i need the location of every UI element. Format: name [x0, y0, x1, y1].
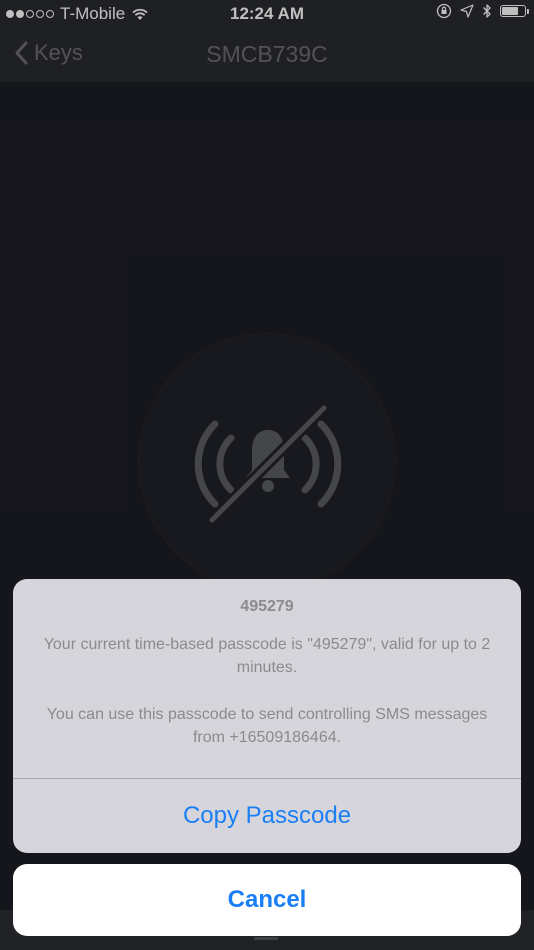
cancel-button[interactable]: Cancel	[13, 864, 521, 936]
action-sheet: 495279 Your current time-based passcode …	[13, 579, 521, 853]
sheet-title: 495279	[240, 598, 294, 615]
sheet-message-sms: You can use this passcode to send contro…	[46, 706, 488, 746]
app-screen: T-Mobile 12:24 AM Keys SMCB739C 495279 Y…	[0, 0, 534, 950]
copy-passcode-button[interactable]: Copy Passcode	[13, 779, 521, 853]
sheet-message: 495279 Your current time-based passcode …	[13, 579, 521, 778]
sheet-message-validity: Your current time-based passcode is "495…	[43, 636, 491, 676]
